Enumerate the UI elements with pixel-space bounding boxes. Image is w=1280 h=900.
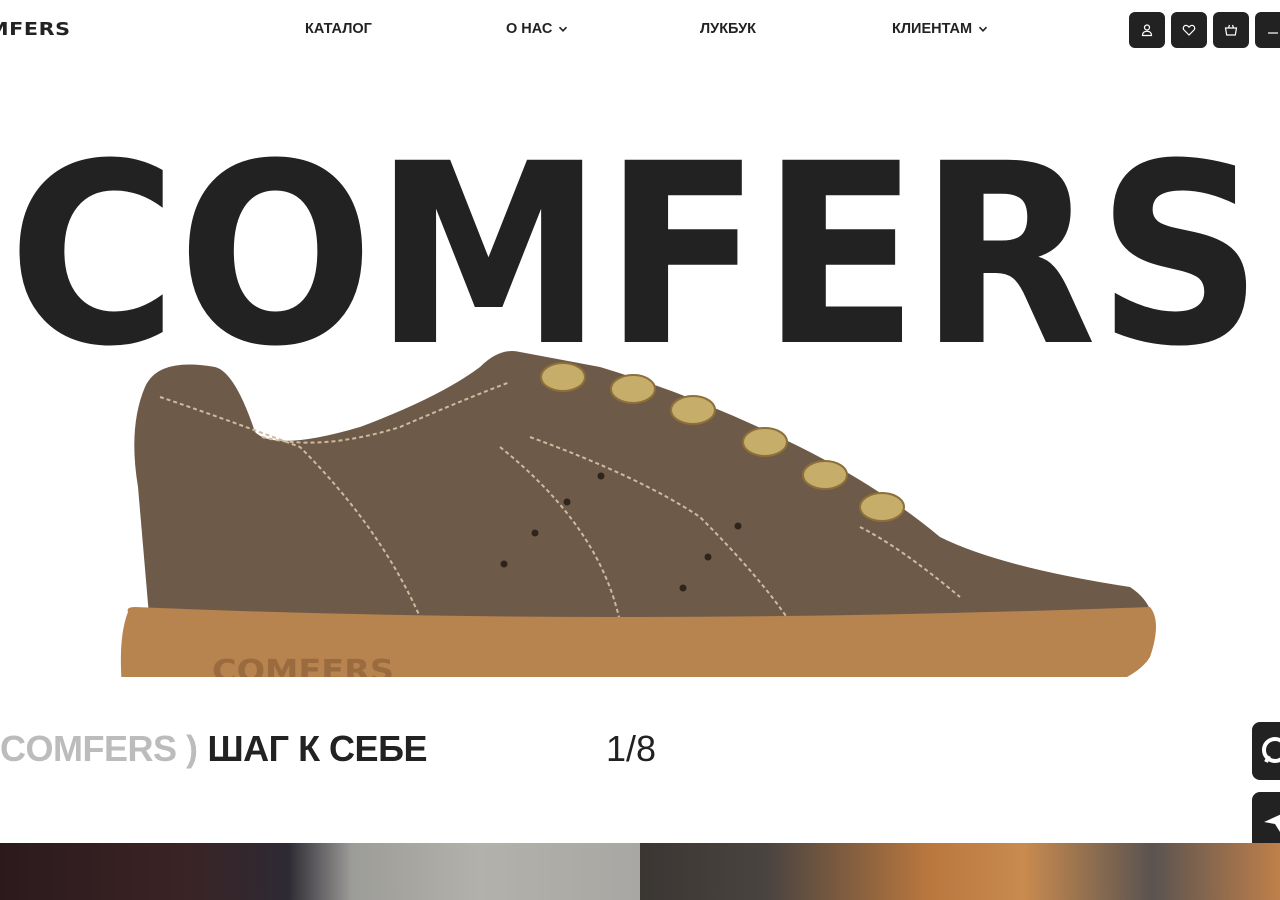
- site-logo[interactable]: MFERS: [0, 19, 71, 40]
- collection-tile-left[interactable]: [0, 843, 640, 900]
- nav-lookbook[interactable]: ЛУКБУК: [700, 21, 756, 37]
- account-button[interactable]: [1129, 12, 1165, 48]
- nav-clients-label: КЛИЕНТАМ: [892, 21, 973, 37]
- nav-about-label: О НАС: [506, 21, 553, 37]
- chevron-down-icon: [979, 26, 988, 32]
- site-header: MFERS КАТАЛОГ О НАС ЛУКБУК КЛИЕНТАМ: [0, 0, 1280, 62]
- cart-button[interactable]: [1213, 12, 1249, 48]
- nav-lookbook-label: ЛУКБУК: [700, 21, 756, 37]
- nav-about[interactable]: О НАС: [506, 21, 568, 37]
- tile-caption: * ШАПКА: [688, 48, 786, 73]
- chat-button[interactable]: [1252, 722, 1280, 780]
- chat-bubble-icon: [1262, 737, 1280, 763]
- send-icon: [1264, 814, 1280, 832]
- user-icon: [1141, 24, 1153, 37]
- caption-tagline: ШАГ К СЕБЕ: [207, 728, 428, 769]
- basket-icon: [1224, 24, 1238, 36]
- collection-tiles: [0, 843, 1280, 900]
- nav-catalog-label: КАТАЛОГ: [305, 21, 372, 37]
- scroll-up-button[interactable]: [1252, 792, 1280, 850]
- nav-catalog[interactable]: КАТАЛОГ: [305, 21, 372, 37]
- menu-button[interactable]: [1255, 12, 1280, 48]
- caption-brand: COMFERS ): [0, 728, 198, 769]
- chevron-down-icon: [559, 26, 568, 32]
- slide-counter: 1/8: [606, 728, 657, 769]
- collection-tile-right[interactable]: [640, 843, 1280, 900]
- sneaker-image: COMFERS: [120, 351, 1156, 677]
- menu-icon: [1268, 32, 1278, 34]
- favorites-button[interactable]: [1171, 12, 1207, 48]
- slide-caption: COMFERS ) ШАГ К СЕБЕ: [0, 728, 427, 770]
- nav-clients[interactable]: КЛИЕНТАМ: [892, 21, 988, 37]
- sole-logo: COMFERS: [212, 654, 394, 677]
- heart-icon: [1182, 24, 1196, 36]
- hero-slider: COMFERS COMFERS COMFERS ) ШАГ К СЕБЕ 1/8: [0, 62, 1280, 842]
